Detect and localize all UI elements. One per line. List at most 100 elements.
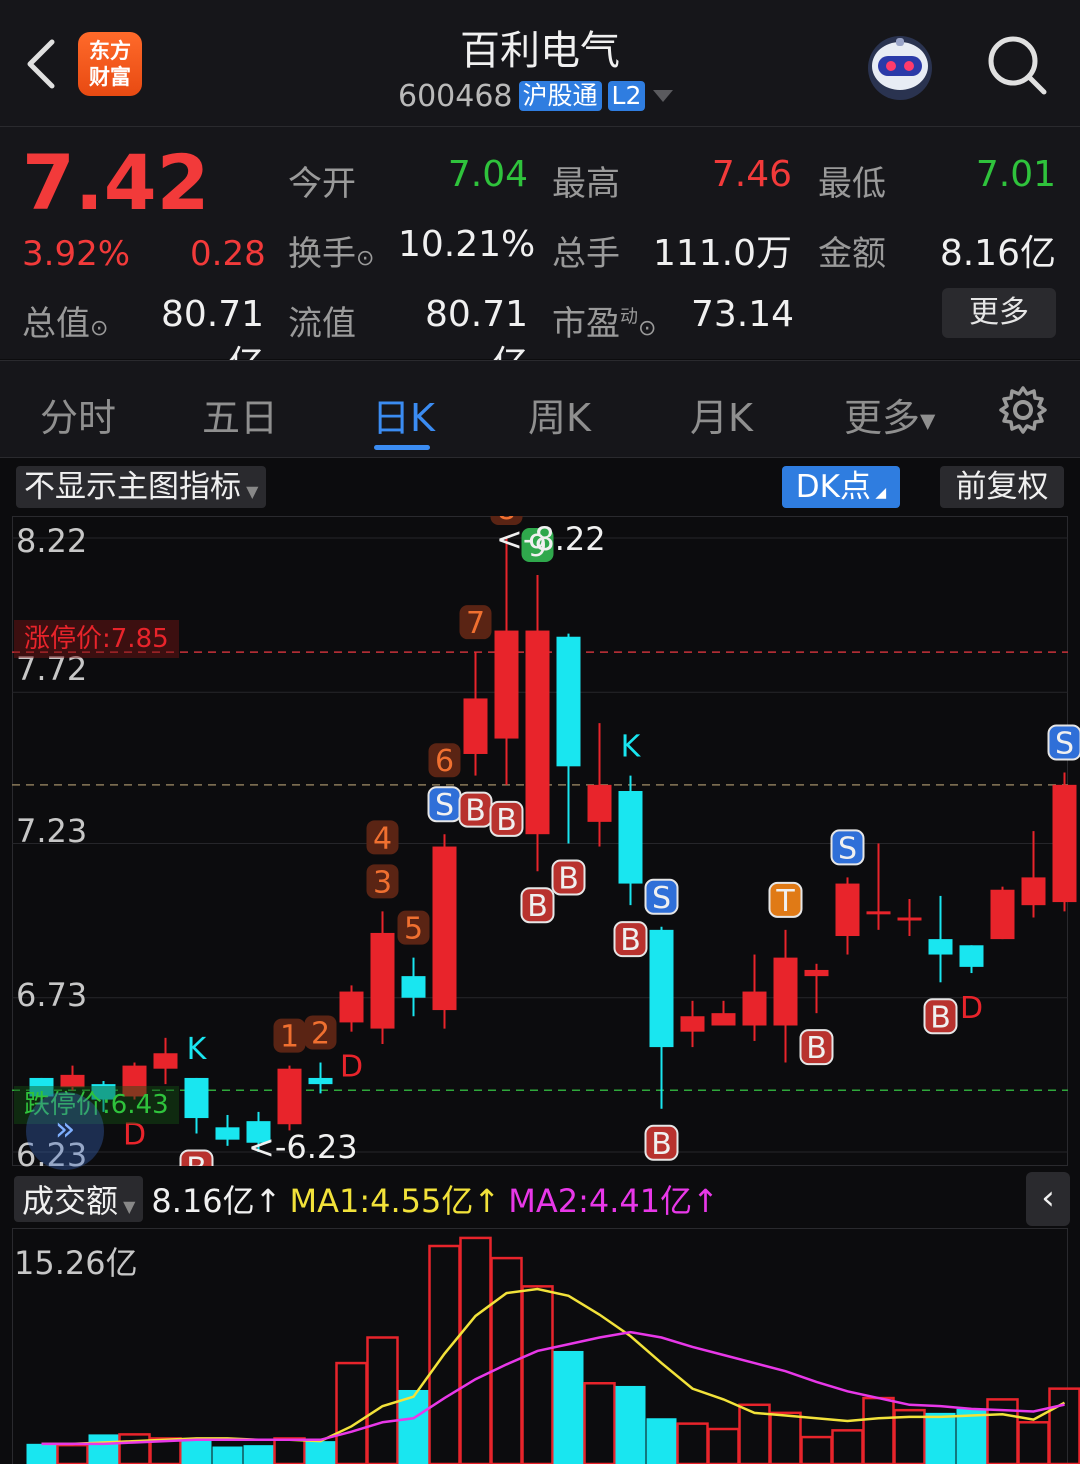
info-icon[interactable]: ⊙ — [356, 246, 374, 271]
volume-bar — [583, 1382, 616, 1464]
turnover-label: 换手⊙ — [288, 226, 374, 275]
signal-marker-label: B — [496, 803, 517, 838]
tab-monthly-k[interactable]: 月K — [690, 387, 753, 442]
volume-bar — [800, 1435, 833, 1464]
tab-daily-k[interactable]: 日K — [372, 387, 435, 442]
low-label: 最低 — [818, 164, 886, 204]
candle-body — [556, 636, 581, 767]
signal-marker-label: D — [960, 991, 983, 1026]
corner-arrow-icon: ◢ — [870, 485, 887, 501]
signal-marker-label: B — [527, 889, 548, 924]
signal-marker-label: 3 — [373, 865, 392, 900]
volume-bar — [646, 1418, 677, 1464]
signal-marker-label: T — [775, 884, 795, 919]
last-price: 7.42 — [22, 138, 210, 227]
signal-marker-label: 2 — [311, 1017, 330, 1052]
volume-value: 111.0万 — [652, 233, 792, 274]
candle-body — [1052, 784, 1077, 903]
dk-point-label: DK点 — [795, 469, 871, 505]
pe-label: 市盈动⊙ — [552, 296, 656, 345]
pe-sup: 动 — [620, 306, 638, 328]
signal-marker-label: 4 — [373, 821, 392, 856]
robot-assistant-icon[interactable] — [860, 30, 940, 102]
stock-code: 600468 — [398, 78, 513, 114]
top-bar: 东方 财富 百利电气 600468 沪股通 L2 — [0, 0, 1080, 127]
y-tick-label: 7.23 — [16, 812, 88, 850]
adjust-button[interactable]: 前复权 — [940, 466, 1064, 508]
candle-body — [339, 991, 364, 1023]
volume-value-text: 8.16亿 — [151, 1182, 255, 1220]
limit-up-label: 涨停价:7.85 — [14, 620, 179, 658]
amount-label: 金额 — [818, 234, 886, 274]
volume-bar — [118, 1433, 151, 1464]
more-quote-button[interactable]: 更多 — [942, 288, 1056, 338]
caret-down-icon: ▼ — [920, 408, 936, 433]
signal-marker-label: D — [340, 1050, 363, 1085]
candle-body — [711, 1013, 736, 1026]
volume-bar — [553, 1350, 584, 1464]
y-tick-label: 6.73 — [16, 976, 88, 1014]
candle-body — [525, 630, 550, 835]
caret-down-icon: ▼ — [118, 1197, 136, 1216]
candle-body — [928, 939, 953, 955]
change-percent: 3.92% — [22, 234, 131, 274]
dk-point-button[interactable]: DK点 ◢ — [782, 466, 900, 508]
volume-indicator-select[interactable]: 成交额 ▼ — [14, 1176, 144, 1222]
candle-body — [308, 1077, 333, 1085]
volume-value: 8.16亿↑ — [151, 1182, 282, 1220]
turnover-label-text: 换手 — [288, 234, 356, 274]
volume-bar — [305, 1441, 336, 1464]
tab-weekly-k[interactable]: 周K — [528, 387, 591, 442]
tab-more[interactable]: 更多▼ — [844, 387, 935, 442]
signal-marker-label: B — [651, 1127, 672, 1162]
volume-bar — [1048, 1387, 1080, 1464]
signal-marker-label: B — [558, 861, 579, 896]
tab-more-label: 更多 — [844, 396, 921, 440]
volume-bar — [181, 1438, 212, 1464]
search-icon[interactable] — [984, 32, 1050, 98]
signal-marker-label: S — [652, 881, 671, 916]
kline-chart[interactable]: BK12D345S67B8B9BBKBSBTBSBDSD — [0, 516, 1080, 1166]
signal-marker-label: S — [838, 831, 857, 866]
candle-body — [742, 991, 767, 1026]
settings-gear-icon[interactable] — [998, 385, 1048, 435]
volume-label: 总手 — [552, 234, 620, 274]
signal-marker-label: K — [621, 730, 642, 765]
volume-bar — [615, 1385, 646, 1464]
signal-marker-label: 1 — [280, 1020, 299, 1055]
stock-code-row[interactable]: 600468 沪股通 L2 — [398, 78, 675, 114]
high-label: 最高 — [552, 164, 620, 204]
expand-double-arrow-icon[interactable]: » — [26, 1092, 104, 1170]
volume-bar — [676, 1422, 709, 1464]
candle-body — [773, 957, 798, 1026]
info-icon[interactable]: ⊙ — [638, 316, 656, 341]
high-value: 7.46 — [711, 154, 792, 195]
volume-ma1-text: MA1:4.55亿 — [289, 1182, 474, 1220]
candle-body — [680, 1016, 705, 1032]
volume-bar — [88, 1434, 119, 1464]
caret-down-icon: ▼ — [241, 482, 259, 501]
candle-body — [1021, 877, 1046, 906]
open-label: 今开 — [288, 164, 356, 204]
signal-marker-label: B — [186, 1151, 207, 1166]
collapse-panel-button[interactable]: ‹ — [1026, 1172, 1070, 1226]
volume-bar — [925, 1412, 956, 1464]
open-value: 7.04 — [447, 154, 528, 195]
volume-bar — [243, 1445, 274, 1464]
volume-chart[interactable] — [0, 1228, 1080, 1464]
signal-marker-label: 5 — [404, 912, 423, 947]
volume-legend: 成交额 ▼ 8.16亿↑ MA1:4.55亿↑ MA2:4.41亿↑ — [14, 1176, 719, 1222]
indicator-select[interactable]: 不显示主图指标 ▼ — [16, 466, 266, 508]
info-icon[interactable]: ⊙ — [90, 316, 108, 341]
volume-bar — [1017, 1421, 1050, 1464]
candle-body — [432, 846, 457, 1011]
level-tag: L2 — [607, 81, 646, 111]
tab-five-day[interactable]: 五日 — [202, 387, 278, 442]
volume-bar — [212, 1446, 243, 1464]
volume-bar — [831, 1429, 864, 1464]
tab-intraday[interactable]: 分时 — [40, 387, 116, 442]
signal-marker-label: S — [1055, 726, 1074, 761]
active-tab-indicator — [374, 445, 430, 450]
volume-bar — [335, 1361, 368, 1464]
signal-marker-label: B — [806, 1031, 827, 1066]
